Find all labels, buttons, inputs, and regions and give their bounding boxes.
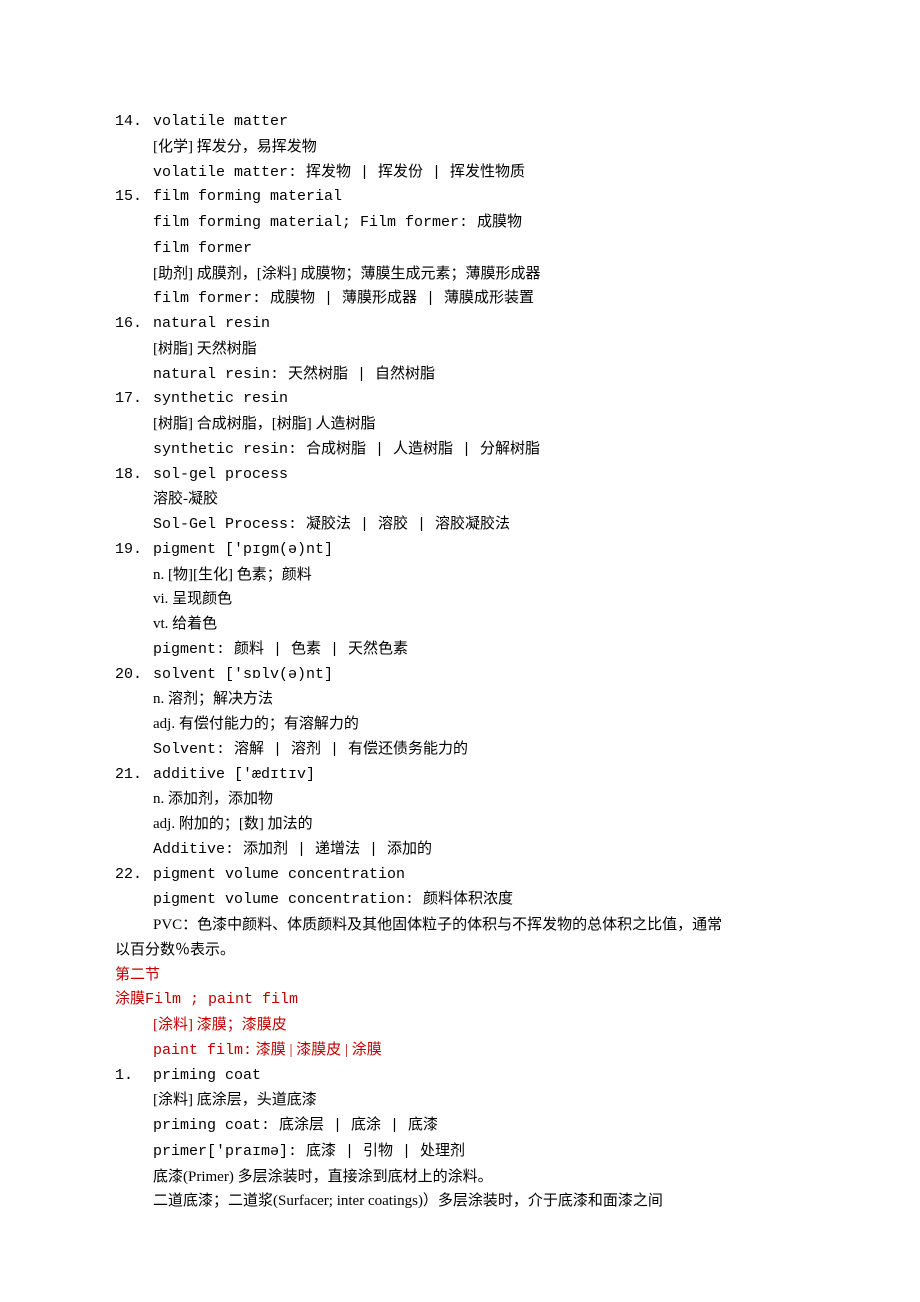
entry-term: natural resin	[153, 312, 270, 337]
section-sub1: [涂料] 漆膜；漆膜皮	[115, 1013, 805, 1038]
section-film-en: Film ; paint film	[145, 991, 298, 1008]
entry-sub-text: synthetic resin: 合成树脂 | 人造树脂 | 分解树脂	[153, 441, 540, 458]
entry-head: 20. solvent ['sɒlv(ə)nt]	[115, 663, 805, 688]
entry-sub: [树脂] 天然树脂	[115, 337, 805, 362]
entry-sub-text: Solvent: 溶解 | 溶剂 | 有偿还债务能力的	[153, 741, 468, 758]
entry-15: 15. film forming material film forming m…	[115, 185, 805, 312]
entry-sub-text: film former: 成膜物 | 薄膜形成器 | 薄膜成形装置	[153, 290, 534, 307]
entry-sub: priming coat: 底涂层 | 底涂 | 底漆	[115, 1113, 805, 1139]
entry-19: 19. pigment ['pɪgm(ə)nt] n. [物][生化] 色素；颜…	[115, 538, 805, 663]
entry-number: 19.	[115, 538, 153, 563]
entry-head: 14. volatile matter	[115, 110, 805, 135]
entry-term: solvent ['sɒlv(ə)nt]	[153, 663, 333, 688]
entry-22: 22. pigment volume concentration pigment…	[115, 863, 805, 963]
entry-sub-text: natural resin: 天然树脂 | 自然树脂	[153, 366, 435, 383]
entry-sub-text: primer['praɪmə]: 底漆 | 引物 | 处理剂	[153, 1143, 465, 1160]
entry-head: 22. pigment volume concentration	[115, 863, 805, 888]
entry-term: pigment ['pɪgm(ə)nt]	[153, 538, 333, 563]
entry-number: 14.	[115, 110, 153, 135]
entry-sub: film former	[115, 236, 805, 262]
entry-sub-text: volatile matter: 挥发物 | 挥发份 | 挥发性物质	[153, 164, 525, 181]
entry-sub: adj. 有偿付能力的；有溶解力的	[115, 712, 805, 737]
document-page: 14. volatile matter [化学] 挥发分，易挥发物 volati…	[0, 0, 920, 1302]
section-sub2: paint film: 漆膜 | 漆膜皮 | 涂膜	[115, 1038, 805, 1064]
entry-sub: vt. 给着色	[115, 612, 805, 637]
entry-sub: [化学] 挥发分，易挥发物	[115, 135, 805, 160]
entry-term: pigment volume concentration	[153, 863, 405, 888]
entry-sub: vi. 呈现颜色	[115, 587, 805, 612]
entry-head: 18. sol-gel process	[115, 463, 805, 488]
entry-term: volatile matter	[153, 110, 288, 135]
entry-number: 20.	[115, 663, 153, 688]
entry-sub: primer['praɪmə]: 底漆 | 引物 | 处理剂	[115, 1139, 805, 1165]
entry-term: additive ['ædɪtɪv]	[153, 763, 315, 788]
section-sub2-mono: paint film:	[153, 1042, 252, 1059]
entry-sub: film forming material; Film former: 成膜物	[115, 210, 805, 236]
entry-sub: volatile matter: 挥发物 | 挥发份 | 挥发性物质	[115, 160, 805, 186]
entry-head: 17. synthetic resin	[115, 387, 805, 412]
entry-sub: [涂料] 底涂层，头道底漆	[115, 1088, 805, 1113]
entry-sub: synthetic resin: 合成树脂 | 人造树脂 | 分解树脂	[115, 437, 805, 463]
entry-sub: n. [物][生化] 色素；颜料	[115, 563, 805, 588]
entry-sub: n. 添加剂，添加物	[115, 787, 805, 812]
entry-sub: Solvent: 溶解 | 溶剂 | 有偿还债务能力的	[115, 737, 805, 763]
entry-sub-text: film forming material; Film former: 成膜物	[153, 214, 522, 231]
entry-sub: pigment: 颜料 | 色素 | 天然色素	[115, 637, 805, 663]
entry-18: 18. sol-gel process 溶胶-凝胶 Sol-Gel Proces…	[115, 463, 805, 538]
entry-sub: 溶胶-凝胶	[115, 487, 805, 512]
entry-17: 17. synthetic resin [树脂] 合成树脂，[树脂] 人造树脂 …	[115, 387, 805, 462]
entry-term: synthetic resin	[153, 387, 288, 412]
entry-21: 21. additive ['ædɪtɪv] n. 添加剂，添加物 adj. 附…	[115, 763, 805, 863]
section-film-cn: 涂膜	[115, 991, 145, 1007]
entry-sub: natural resin: 天然树脂 | 自然树脂	[115, 362, 805, 388]
entry-sub-text: Additive: 添加剂 | 递增法 | 添加的	[153, 841, 432, 858]
section-sub2-rest: 漆膜 | 漆膜皮 | 涂膜	[252, 1042, 382, 1058]
section-film-line: 涂膜Film ; paint film	[115, 987, 805, 1013]
entry-head: 16. natural resin	[115, 312, 805, 337]
entry-head: 19. pigment ['pɪgm(ə)nt]	[115, 538, 805, 563]
entry-number: 16.	[115, 312, 153, 337]
entry-sub: Sol-Gel Process: 凝胶法 | 溶胶 | 溶胶凝胶法	[115, 512, 805, 538]
section-title: 第二节	[115, 963, 805, 988]
entry-sub: 底漆(Primer) 多层涂装时，直接涂到底材上的涂料。	[115, 1165, 805, 1190]
entry-term: film forming material	[153, 185, 342, 210]
entry-head: 1. priming coat	[115, 1064, 805, 1089]
entry-sub: [助剂] 成膜剂，[涂料] 成膜物；薄膜生成元素；薄膜形成器	[115, 262, 805, 287]
entry-head: 21. additive ['ædɪtɪv]	[115, 763, 805, 788]
entry-sub: [树脂] 合成树脂，[树脂] 人造树脂	[115, 412, 805, 437]
entry-sub-text: priming coat: 底涂层 | 底涂 | 底漆	[153, 1117, 438, 1134]
entry-number: 1.	[115, 1064, 153, 1089]
entry-16: 16. natural resin [树脂] 天然树脂 natural resi…	[115, 312, 805, 387]
entry-sub: 二道底漆；二道浆(Surfacer; inter coatings)）多层涂装时…	[115, 1189, 805, 1214]
entry-sub-text: pigment: 颜料 | 色素 | 天然色素	[153, 641, 408, 658]
entry-sub: film former: 成膜物 | 薄膜形成器 | 薄膜成形装置	[115, 286, 805, 312]
entry-sub: PVC：色漆中颜料、体质颜料及其他固体粒子的体积与不挥发物的总体积之比值，通常	[115, 913, 805, 938]
entry-sub: adj. 附加的；[数] 加法的	[115, 812, 805, 837]
entry-number: 21.	[115, 763, 153, 788]
entry-sub-text: film former	[153, 240, 252, 257]
entry-term: sol-gel process	[153, 463, 288, 488]
entry-sub-text: Sol-Gel Process: 凝胶法 | 溶胶 | 溶胶凝胶法	[153, 516, 510, 533]
entry-number: 15.	[115, 185, 153, 210]
entry-14: 14. volatile matter [化学] 挥发分，易挥发物 volati…	[115, 110, 805, 185]
entry-sub-tail: 以百分数％表示。	[115, 938, 805, 963]
entry-term: priming coat	[153, 1064, 261, 1089]
entry-20: 20. solvent ['sɒlv(ə)nt] n. 溶剂；解决方法 adj.…	[115, 663, 805, 763]
entry-1: 1. priming coat [涂料] 底涂层，头道底漆 priming co…	[115, 1064, 805, 1215]
entry-number: 22.	[115, 863, 153, 888]
entry-sub: pigment volume concentration: 颜料体积浓度	[115, 887, 805, 913]
entry-sub: Additive: 添加剂 | 递增法 | 添加的	[115, 837, 805, 863]
entry-number: 17.	[115, 387, 153, 412]
entry-sub-text: pigment volume concentration: 颜料体积浓度	[153, 891, 513, 908]
entry-number: 18.	[115, 463, 153, 488]
entry-sub: n. 溶剂；解决方法	[115, 687, 805, 712]
entry-head: 15. film forming material	[115, 185, 805, 210]
